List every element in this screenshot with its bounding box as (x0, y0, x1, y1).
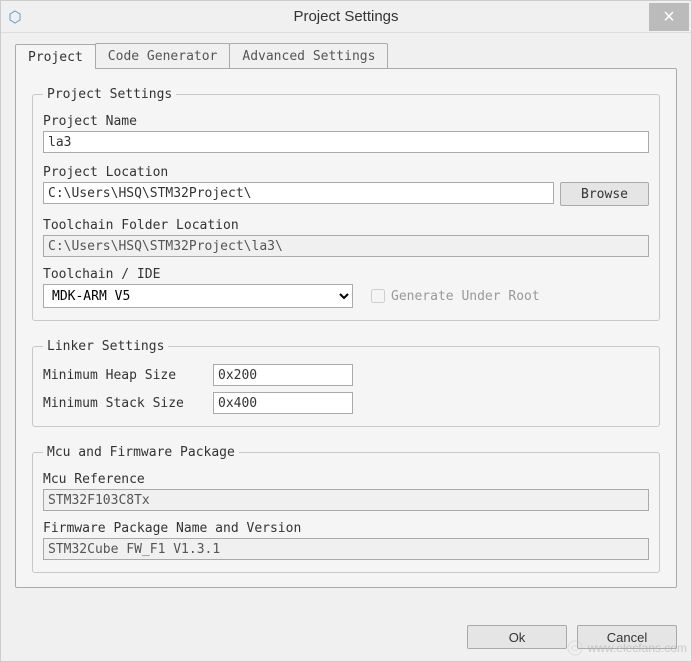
heap-size-label: Minimum Heap Size (43, 368, 193, 383)
browse-button[interactable]: Browse (560, 182, 649, 206)
tab-panel-project: Project Settings Project Name Project Lo… (15, 68, 677, 588)
tab-advanced-settings[interactable]: Advanced Settings (229, 43, 388, 68)
titlebar: Project Settings × (1, 1, 691, 33)
dialog-button-row: Ok Cancel (1, 615, 691, 661)
project-name-label: Project Name (43, 114, 649, 129)
cancel-button[interactable]: Cancel (577, 625, 677, 649)
project-settings-window: Project Settings × Project Code Generato… (0, 0, 692, 662)
mcu-reference-input (43, 489, 649, 511)
generate-under-root-input[interactable] (371, 289, 385, 303)
toolchain-folder-input (43, 235, 649, 257)
linker-settings-group: Linker Settings Minimum Heap Size Minimu… (32, 339, 660, 427)
project-name-input[interactable] (43, 131, 649, 153)
close-button[interactable]: × (649, 3, 689, 31)
toolchain-ide-label: Toolchain / IDE (43, 267, 649, 282)
firmware-package-input (43, 538, 649, 560)
tab-code-generator[interactable]: Code Generator (95, 43, 231, 68)
generate-under-root-checkbox[interactable]: Generate Under Root (371, 289, 540, 304)
project-location-label: Project Location (43, 165, 649, 180)
firmware-package-label: Firmware Package Name and Version (43, 521, 649, 536)
stack-size-input[interactable] (213, 392, 353, 414)
app-icon (7, 9, 23, 25)
generate-under-root-label: Generate Under Root (391, 289, 540, 304)
mcu-firmware-group: Mcu and Firmware Package Mcu Reference F… (32, 445, 660, 573)
project-location-input[interactable] (43, 182, 554, 204)
stack-size-label: Minimum Stack Size (43, 396, 193, 411)
mcu-reference-label: Mcu Reference (43, 472, 649, 487)
tab-project[interactable]: Project (15, 44, 96, 69)
project-settings-legend: Project Settings (43, 87, 176, 102)
linker-settings-legend: Linker Settings (43, 339, 168, 354)
toolchain-folder-label: Toolchain Folder Location (43, 218, 649, 233)
content-area: Project Code Generator Advanced Settings… (1, 33, 691, 615)
window-title: Project Settings (293, 8, 398, 25)
heap-size-input[interactable] (213, 364, 353, 386)
project-settings-group: Project Settings Project Name Project Lo… (32, 87, 660, 321)
toolchain-ide-select[interactable]: MDK-ARM V5 (43, 284, 353, 308)
mcu-firmware-legend: Mcu and Firmware Package (43, 445, 239, 460)
ok-button[interactable]: Ok (467, 625, 567, 649)
tab-strip: Project Code Generator Advanced Settings (15, 43, 677, 68)
